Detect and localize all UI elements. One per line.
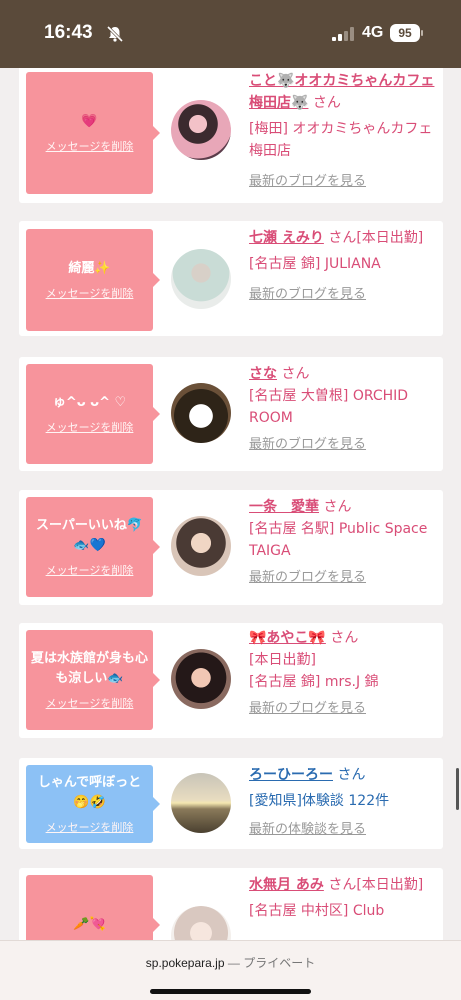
message-card: スーパーいいね🐬🐟💙 メッセージを削除 一条 愛華 さん [名古屋 名駅] Pu… bbox=[19, 490, 443, 605]
private-mode-label: プライベート bbox=[243, 956, 316, 970]
message-text: 綺麗✨ bbox=[68, 261, 111, 276]
url-text: sp.pokepara.jp bbox=[145, 956, 225, 970]
latest-blog-link[interactable]: 最新のブログを見る bbox=[249, 283, 435, 302]
shop-info: [愛知県]体験談 122件 bbox=[249, 793, 390, 809]
delete-message-link[interactable]: メッセージを削除 bbox=[46, 419, 134, 435]
avatar[interactable] bbox=[171, 383, 231, 443]
latest-review-link[interactable]: 最新の体験談を見る bbox=[249, 818, 435, 837]
message-bubble: 🥕💘 bbox=[26, 875, 160, 940]
shop-info: [名古屋 名駅] Public Space TAIGA bbox=[249, 521, 428, 559]
message-card: ゅ^ᴗ ᴗ^ ♡ メッセージを削除 さな さん [名古屋 大曽根] ORCHID… bbox=[19, 357, 443, 471]
message-text: スーパーいいね🐬🐟💙 bbox=[35, 518, 144, 553]
avatar[interactable] bbox=[171, 649, 231, 709]
home-indicator[interactable] bbox=[150, 989, 311, 994]
latest-blog-link[interactable]: 最新のブログを見る bbox=[249, 566, 435, 585]
message-bubble: 💗 メッセージを削除 bbox=[26, 72, 160, 194]
shop-info: [名古屋 大曽根] ORCHID ROOM bbox=[249, 388, 409, 426]
shop-info: [名古屋 錦] JULIANA bbox=[249, 256, 381, 272]
delete-message-link[interactable]: メッセージを削除 bbox=[46, 695, 134, 711]
profile-name-link[interactable]: さな bbox=[249, 366, 277, 382]
honorific: さん[本日出勤] bbox=[328, 877, 424, 893]
honorific: さん bbox=[337, 767, 366, 783]
message-bubble: 夏は水族館が身も心も涼しい🐟 メッセージを削除 bbox=[26, 630, 160, 730]
profile-info: 🎀あやこ🎀 さん [本日出勤] [名古屋 錦] mrs.J 錦 最新のブログを見… bbox=[249, 627, 435, 716]
status-line: [本日出勤] bbox=[249, 652, 316, 668]
profile-info: ろーひーろー さん [愛知県]体験談 122件 最新の体験談を見る bbox=[249, 764, 435, 837]
honorific: さん bbox=[323, 499, 352, 515]
shop-info: [名古屋 中村区] Club bbox=[249, 903, 385, 919]
browser-bottom-bar: sp.pokepara.jp — プライベート bbox=[0, 940, 461, 1000]
shop-info: [名古屋 錦] mrs.J 錦 bbox=[249, 674, 379, 690]
status-time: 16:43 bbox=[44, 22, 93, 43]
honorific: さん bbox=[312, 95, 341, 111]
scrollbar[interactable] bbox=[456, 768, 459, 810]
message-text: しゃんで呼ぼっと🤭🤣 bbox=[37, 775, 142, 810]
profile-name-link[interactable]: 🎀あやこ🎀 bbox=[249, 630, 326, 646]
message-card: しゃんで呼ぼっと🤭🤣 メッセージを削除 ろーひーろー さん [愛知県]体験談 1… bbox=[19, 758, 443, 849]
avatar[interactable] bbox=[171, 516, 231, 576]
profile-info: 一条 愛華 さん [名古屋 名駅] Public Space TAIGA 最新の… bbox=[249, 496, 435, 585]
message-text: ゅ^ᴗ ᴗ^ ♡ bbox=[52, 395, 127, 410]
honorific: さん bbox=[330, 630, 359, 646]
address-bar[interactable]: sp.pokepara.jp — プライベート bbox=[0, 954, 461, 971]
profile-name-link[interactable]: 一条 愛華 bbox=[249, 499, 319, 515]
message-text: 💗 bbox=[81, 114, 98, 129]
message-bubble: ゅ^ᴗ ᴗ^ ♡ メッセージを削除 bbox=[26, 364, 160, 464]
honorific: さん[本日出勤] bbox=[328, 230, 424, 246]
profile-info: さな さん [名古屋 大曽根] ORCHID ROOM 最新のブログを見る bbox=[249, 363, 435, 452]
delete-message-link[interactable]: メッセージを削除 bbox=[46, 285, 134, 301]
honorific: さん bbox=[281, 366, 310, 382]
message-card: 綺麗✨ メッセージを削除 七瀬 えみり さん[本日出勤] [名古屋 錦] JUL… bbox=[19, 221, 443, 336]
message-bubble: スーパーいいね🐬🐟💙 メッセージを削除 bbox=[26, 497, 160, 597]
message-list[interactable]: 💗 メッセージを削除 こと🐺オオカミちゃんカフェ梅田店🐺 さん [梅田] オオカ… bbox=[0, 68, 461, 940]
profile-info: こと🐺オオカミちゃんカフェ梅田店🐺 さん [梅田] オオカミちゃんカフェ梅田店 … bbox=[249, 70, 435, 189]
shop-info: [梅田] オオカミちゃんカフェ梅田店 bbox=[249, 121, 433, 159]
status-bar: 16:43 4G 95 bbox=[0, 0, 461, 68]
profile-info: 水無月 あみ さん[本日出勤] [名古屋 中村区] Club bbox=[249, 874, 435, 922]
avatar[interactable] bbox=[171, 773, 231, 833]
battery-tip bbox=[421, 30, 423, 36]
battery-icon: 95 bbox=[390, 24, 420, 42]
network-type: 4G bbox=[362, 24, 384, 41]
avatar[interactable] bbox=[171, 100, 231, 160]
message-bubble: しゃんで呼ぼっと🤭🤣 メッセージを削除 bbox=[26, 765, 160, 843]
avatar[interactable] bbox=[171, 906, 231, 940]
profile-name-link[interactable]: こと🐺オオカミちゃんカフェ梅田店🐺 bbox=[249, 73, 434, 111]
profile-name-link[interactable]: 水無月 あみ bbox=[249, 877, 324, 893]
signal-icon bbox=[332, 27, 354, 41]
latest-blog-link[interactable]: 最新のブログを見る bbox=[249, 433, 435, 452]
profile-name-link[interactable]: 七瀬 えみり bbox=[249, 230, 324, 246]
message-text: 夏は水族館が身も心も涼しい🐟 bbox=[30, 651, 148, 686]
message-card: 💗 メッセージを削除 こと🐺オオカミちゃんカフェ梅田店🐺 さん [梅田] オオカ… bbox=[19, 68, 443, 203]
delete-message-link[interactable]: メッセージを削除 bbox=[46, 819, 134, 835]
message-card: 夏は水族館が身も心も涼しい🐟 メッセージを削除 🎀あやこ🎀 さん [本日出勤] … bbox=[19, 623, 443, 738]
avatar[interactable] bbox=[171, 249, 231, 309]
latest-blog-link[interactable]: 最新のブログを見る bbox=[249, 697, 435, 716]
message-card: 🥕💘 水無月 あみ さん[本日出勤] [名古屋 中村区] Club bbox=[19, 868, 443, 940]
profile-info: 七瀬 えみり さん[本日出勤] [名古屋 錦] JULIANA 最新のブログを見… bbox=[249, 227, 435, 302]
delete-message-link[interactable]: メッセージを削除 bbox=[46, 562, 134, 578]
profile-name-link[interactable]: ろーひーろー bbox=[249, 767, 333, 783]
bell-off-icon bbox=[106, 25, 124, 43]
message-bubble: 綺麗✨ メッセージを削除 bbox=[26, 229, 160, 331]
latest-blog-link[interactable]: 最新のブログを見る bbox=[249, 170, 435, 189]
url-separator: — bbox=[227, 956, 240, 970]
delete-message-link[interactable]: メッセージを削除 bbox=[46, 138, 134, 154]
message-text: 🥕💘 bbox=[73, 917, 106, 932]
